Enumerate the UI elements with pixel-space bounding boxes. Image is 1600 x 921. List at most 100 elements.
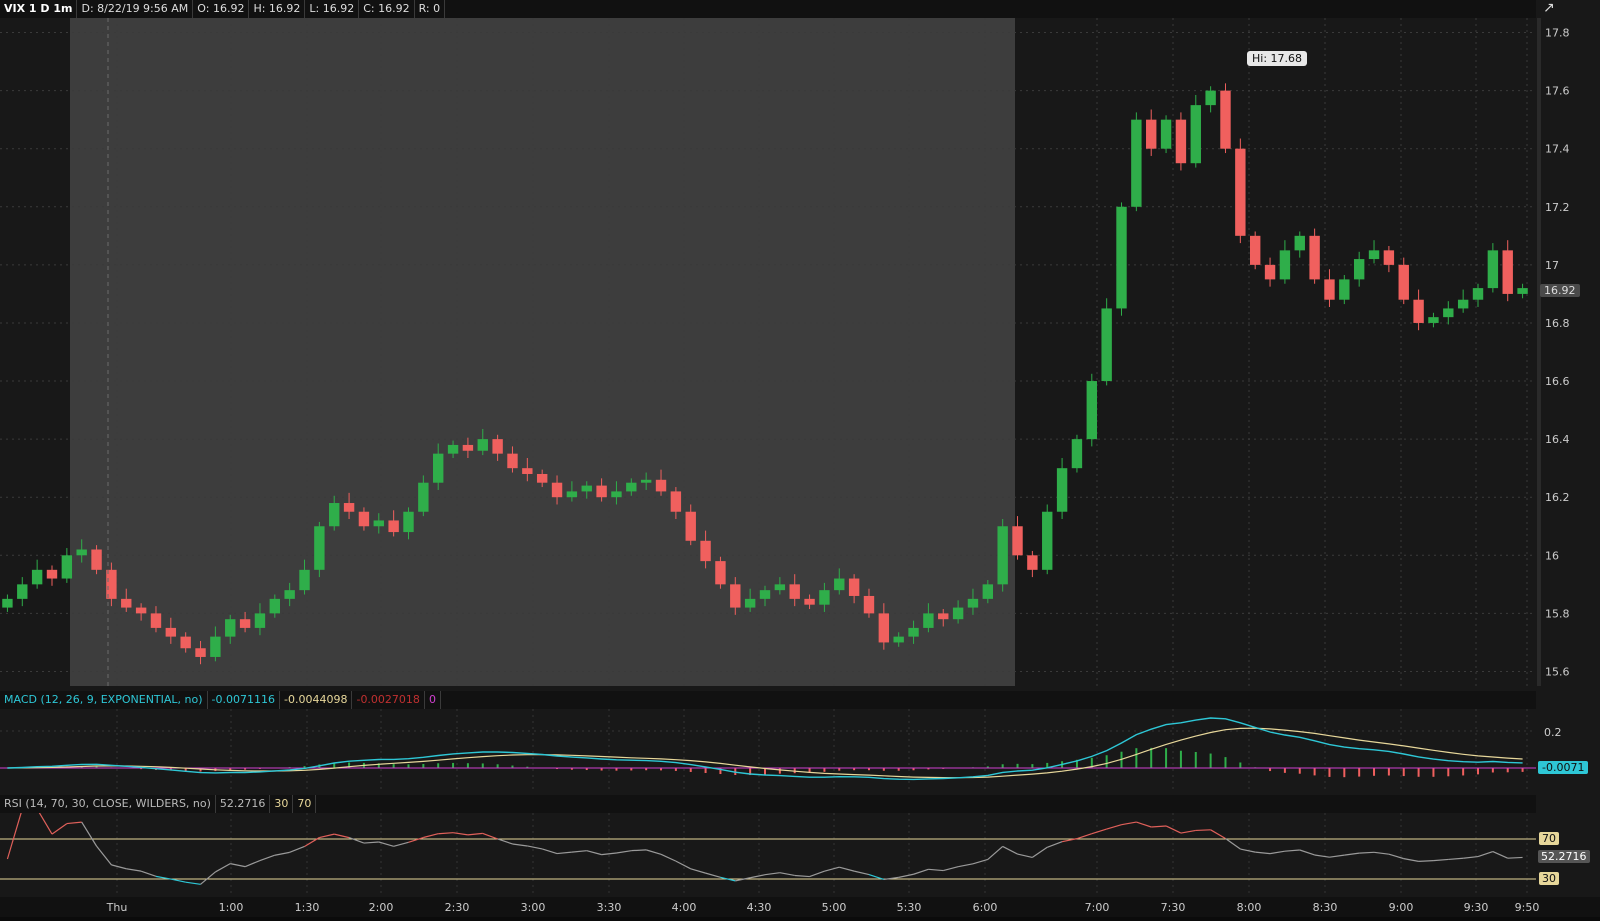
candle-body (343, 503, 355, 512)
macd-hist-bar (1402, 768, 1405, 777)
candle-body (269, 598, 281, 614)
candle-body (225, 619, 236, 637)
macd-hist-bar (1462, 768, 1465, 776)
time-tick-label: 3:00 (521, 901, 546, 914)
macd-hist-bar (1387, 768, 1390, 776)
macd-tick-label: 0.2 (1544, 726, 1562, 739)
price-y-axis: 17.8 17.6 17.4 17.2 17 16.8 16.6 16.4 16.2 16 15.8… (1545, 27, 1570, 679)
macd-hist-bar (1194, 751, 1197, 768)
macd-hist-bar (1477, 768, 1480, 775)
candle-body (1339, 279, 1350, 300)
candle-body (863, 595, 875, 614)
candle-body (596, 485, 607, 498)
drawing-tools-icon[interactable]: ↗ (1543, 0, 1555, 16)
candle-body (967, 598, 979, 608)
price-tick-label: 17.4 (1545, 143, 1570, 156)
candle-body (388, 520, 399, 533)
candle-body (566, 491, 578, 498)
time-tick-label: 4:30 (747, 901, 772, 914)
candle-body (1428, 317, 1439, 323)
candle-body (626, 482, 637, 492)
macd-study-label[interactable]: MACD (12, 26, 9, EXPONENTIAL, no) (0, 691, 208, 709)
time-tick-label: 1:30 (295, 901, 320, 914)
macd-hist-bar (1313, 768, 1316, 776)
high-readout: H: 16.92 (249, 0, 306, 18)
candle-body (1517, 288, 1528, 294)
time-axis: Thu 1:00 1:30 2:00 2:30 3:00 3:30 4:00 4:30 5:00 5… (0, 897, 1600, 917)
rsi-study-label[interactable]: RSI (14, 70, 30, CLOSE, WILDERS, no) (0, 795, 216, 813)
candle-body (1071, 439, 1083, 469)
candle-body (1309, 235, 1320, 280)
time-tick-label: 2:00 (369, 901, 394, 914)
candle-body (893, 636, 904, 643)
candle-body (1413, 299, 1424, 323)
price-tick-label: 16.4 (1545, 433, 1570, 446)
rsi-segment (1195, 829, 1211, 832)
candle-body (522, 468, 533, 474)
candle-body (1383, 250, 1395, 265)
candle-body (210, 636, 221, 657)
time-tick-label: 2:30 (445, 901, 470, 914)
candle-body (551, 482, 563, 498)
candle-body (789, 584, 800, 599)
candle-body (31, 569, 43, 585)
candle-body (1502, 250, 1513, 294)
macd-hist-bar (452, 762, 455, 768)
price-chart[interactable]: 17.8 17.6 17.4 17.2 17 16.8 16.6 16.4 16.2 16 15.8… (0, 18, 1600, 686)
candle-body (1398, 264, 1409, 300)
candle-body (1205, 90, 1216, 106)
range-readout: R: 0 (415, 0, 446, 18)
symbol-label[interactable]: VIX 1 D 1m (0, 0, 78, 18)
macd-hist-bar (778, 768, 781, 774)
candle-body (1190, 105, 1201, 164)
macd-hist-bar (1105, 755, 1108, 768)
candle-body (2, 598, 13, 608)
time-tick-label: Thu (106, 901, 128, 914)
candle-body (418, 482, 429, 512)
candle-body (640, 479, 652, 483)
candle-body (1160, 119, 1172, 149)
time-axis-labels: Thu 1:00 1:30 2:00 2:30 3:00 3:30 4:00 4:30 5:00 5… (106, 901, 1540, 914)
candle-body (952, 607, 964, 620)
time-tick-label: 1:00 (219, 901, 244, 914)
candle-body (462, 444, 474, 451)
price-scrollbar[interactable] (1537, 18, 1541, 686)
price-tick-label: 15.6 (1545, 665, 1570, 678)
candle-body (744, 598, 756, 608)
candle-body (1264, 264, 1276, 280)
candle-body (46, 569, 58, 579)
rsi-plot-bg (0, 813, 1536, 897)
candle-body (1249, 235, 1261, 265)
candle-body (774, 584, 786, 591)
candle-body (1457, 299, 1469, 309)
macd-diff-value: -0.0027018 (352, 691, 425, 709)
candle-body (76, 549, 87, 556)
premarket-shade (70, 18, 1015, 686)
candle-body (1086, 381, 1097, 440)
macd-hist-bar (704, 768, 707, 773)
time-tick-label: 3:30 (597, 901, 622, 914)
candle-body (1175, 119, 1187, 164)
macd-hist-bar (1298, 768, 1301, 774)
rsi-oversold-value: 30 (270, 795, 294, 813)
macd-hist-bar (1417, 768, 1420, 777)
candle-body (1101, 308, 1112, 382)
candle-body (581, 485, 592, 492)
time-tick-label: 4:00 (672, 901, 697, 914)
macd-hist-bar (1016, 763, 1019, 768)
rsi-30-tag: 30 (1539, 872, 1559, 885)
macd-panel[interactable]: 0.2 (0, 709, 1600, 789)
macd-hist-bar (422, 763, 425, 768)
macd-hist-bar (1239, 762, 1242, 768)
candle-body (1353, 259, 1365, 280)
candle-body (1042, 511, 1053, 570)
candle-body (655, 479, 667, 492)
macd-hist-bar (1521, 768, 1524, 772)
candle-body (759, 590, 771, 599)
candle-body (536, 473, 548, 483)
rsi-current-tag: 52.2716 (1538, 850, 1590, 863)
close-readout: C: 16.92 (359, 0, 415, 18)
rsi-panel[interactable] (0, 813, 1600, 897)
candle-body (982, 584, 994, 599)
candle-body (1220, 90, 1231, 149)
